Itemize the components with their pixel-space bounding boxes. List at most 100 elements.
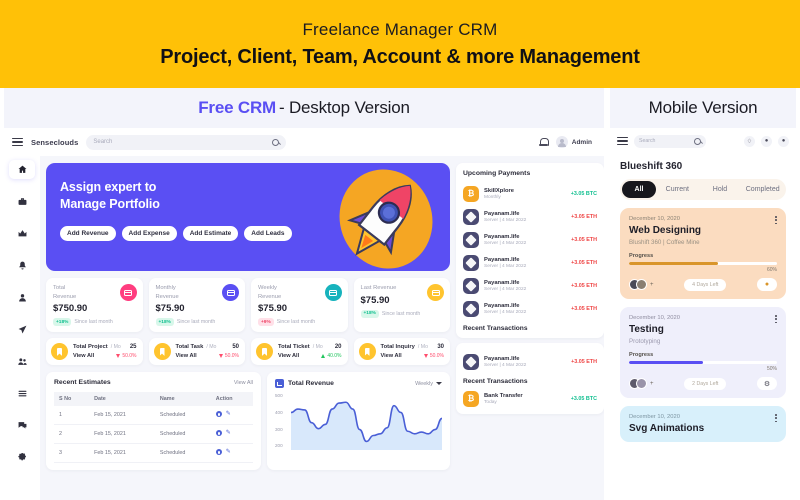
payment-amount: +3.05 ETH <box>571 358 597 365</box>
add-member-icon[interactable]: + <box>650 381 654 387</box>
payment-row[interactable]: Payanam.life Server | 4 Mar 2022 +3.05 E… <box>463 297 597 320</box>
view-all-link[interactable]: View All <box>176 353 197 359</box>
cell-action: ✎ <box>210 424 253 445</box>
stat-badge: +18% <box>155 318 174 327</box>
chat-icon[interactable]: ♢ <box>744 135 755 147</box>
menu-icon[interactable] <box>12 137 23 147</box>
mini-card-total-project[interactable]: Total Project / Mo 25 View All 50.0% <box>46 338 143 366</box>
add-estimate-button[interactable]: Add Estimate <box>182 225 239 241</box>
view-all-link[interactable]: View All <box>278 353 299 359</box>
table-row[interactable]: 3 Feb 15, 2021 Scheduled ✎ <box>54 443 253 464</box>
sidebar-item-team[interactable] <box>9 352 35 371</box>
sidebar-item-list[interactable] <box>9 384 35 403</box>
view-all-link[interactable]: View All <box>381 353 402 359</box>
payment-name: Payanam.life <box>484 302 520 309</box>
card-action-button[interactable]: ● <box>756 278 777 291</box>
sidebar-item-projects[interactable] <box>9 192 35 211</box>
stat-card-total-revenue[interactable]: Total Revenue $750.90 +18% Since last mo… <box>46 278 143 333</box>
table-row[interactable]: 1 Feb 15, 2021 Scheduled ✎ <box>54 406 253 426</box>
payment-sub: Server | 4 Mar 2022 <box>484 362 527 368</box>
mini-card-total-task[interactable]: Total Task / Mo 50 View All 50.0% <box>148 338 245 366</box>
notification-bell-icon[interactable]: ● <box>761 135 772 147</box>
transaction-sub: Today <box>484 399 497 405</box>
sidebar-item-home[interactable] <box>9 160 35 179</box>
search-input[interactable]: Search <box>86 134 287 150</box>
project-card[interactable]: December 10, 2020 Testing Prototyping Pr… <box>620 307 786 398</box>
notification-bell-icon[interactable] <box>538 137 549 147</box>
cell-sno: 3 <box>54 443 90 464</box>
payment-row[interactable]: Payanam.life Server | 4 Mar 2022 +3.05 E… <box>463 350 597 373</box>
payment-row[interactable]: ₿ SkillXplore Monthly +3.05 BTC <box>463 182 597 205</box>
stat-card-last-revenue[interactable]: Last Revenue $75.90 +18% Since last mont… <box>353 278 450 333</box>
mobile-search-input[interactable]: Search <box>634 134 706 148</box>
bitcoin-icon: ₿ <box>463 185 479 202</box>
progress-percent: 60% <box>766 267 777 273</box>
payment-sub: Server | 4 Mar 2022 <box>484 240 527 246</box>
stat-card-weekly-revenue[interactable]: Weekly Revenue $75.90 +9% Since last mon… <box>251 278 348 333</box>
payment-name: Payanam.life <box>484 210 520 217</box>
desktop-version-text: - Desktop Version <box>278 98 410 117</box>
add-expense-button[interactable]: Add Expense <box>121 225 177 241</box>
payment-row[interactable]: Payanam.life Server | 4 Mar 2022 +3.05 E… <box>463 274 597 297</box>
add-member-icon[interactable]: + <box>650 282 654 288</box>
preview-stage: Senseclouds Search Admin Assign expert t… <box>0 128 800 500</box>
ytick-500: 500 <box>275 393 283 399</box>
view-icon[interactable] <box>215 449 222 456</box>
kebab-menu-icon[interactable] <box>775 414 777 423</box>
stat-card-monthly-revenue[interactable]: Monthly Revenue $75.90 +18% Since last m… <box>148 278 245 333</box>
topbar-actions: Admin <box>538 136 596 148</box>
admin-account[interactable]: Admin <box>555 136 592 148</box>
table-header-row: S No Date Name Action <box>54 392 253 407</box>
sidebar-item-chat[interactable] <box>9 416 35 435</box>
card-action-button[interactable]: ⚙ <box>756 377 777 390</box>
stat-badge: +18% <box>53 318 72 327</box>
cell-name: Scheduled <box>154 424 211 445</box>
kebab-menu-icon[interactable] <box>775 315 777 324</box>
tab-all[interactable]: All <box>622 181 656 198</box>
project-card[interactable]: December 10, 2020 Web Designing Blushift… <box>620 208 786 299</box>
payment-row[interactable]: Payanam.life Server | 4 Mar 2022 +3.05 E… <box>463 251 597 274</box>
transaction-row[interactable]: ₿ Bank Transfer Today +3.05 BTC <box>463 387 597 410</box>
edit-icon[interactable]: ✎ <box>226 430 232 436</box>
cell-date: Feb 15, 2021 <box>89 443 155 464</box>
edit-icon[interactable]: ✎ <box>226 449 232 455</box>
tab-hold[interactable]: Hold <box>699 181 742 198</box>
chart-period-dropdown[interactable]: Weekly <box>415 381 442 387</box>
desktop-version-label: Free CRM - Desktop Version <box>4 88 604 128</box>
payment-amount: +3.05 ETH <box>571 259 597 266</box>
sidebar-item-alerts[interactable] <box>9 256 35 275</box>
edit-icon[interactable]: ✎ <box>226 411 232 417</box>
sidebar-item-send[interactable] <box>9 320 35 339</box>
view-icon[interactable] <box>215 430 222 437</box>
payment-amount: +3.05 ETH <box>571 305 597 312</box>
chart-period-label: Weekly <box>415 380 433 387</box>
add-leads-button[interactable]: Add Leads <box>244 225 292 241</box>
hero-line-1: Assign expert to <box>60 180 157 194</box>
sidebar-item-clients[interactable] <box>9 288 35 307</box>
mini-count: 30 <box>437 344 444 351</box>
payment-row[interactable]: Payanam.life Server | 4 Mar 2022 +3.05 E… <box>463 228 597 251</box>
project-card[interactable]: December 10, 2020 Svg Animations <box>620 406 786 442</box>
ethereum-icon <box>463 208 479 225</box>
mobile-version-label: Mobile Version <box>610 88 796 128</box>
sidebar-item-settings[interactable] <box>9 448 35 467</box>
tab-current[interactable]: Current <box>656 181 699 198</box>
kebab-menu-icon[interactable] <box>775 216 777 225</box>
add-revenue-button[interactable]: Add Revenue <box>60 225 116 241</box>
view-icon[interactable] <box>215 411 222 418</box>
tab-completed[interactable]: Completed <box>741 181 784 198</box>
payment-row[interactable]: Payanam.life Server | 4 Mar 2022 +3.05 E… <box>463 205 597 228</box>
view-all-link[interactable]: View All <box>73 353 94 359</box>
chevron-down-icon <box>436 382 442 386</box>
payment-amount: +3.05 BTC <box>570 190 597 197</box>
menu-icon[interactable] <box>617 136 628 146</box>
progress-bar <box>629 361 777 364</box>
sidebar-item-premium[interactable] <box>9 224 35 243</box>
mini-card-total-ticket[interactable]: Total Ticket / Mo 20 View All 40.0% <box>251 338 348 366</box>
table-row[interactable]: 2 Feb 15, 2021 Scheduled ✎ <box>54 424 253 445</box>
avatar[interactable]: ● <box>778 135 789 147</box>
view-all-link[interactable]: View All <box>234 380 253 386</box>
promo-subtitle: Project, Client, Team, Account & more Ma… <box>160 45 640 68</box>
mini-card-total-inquiry[interactable]: Total Inquiry / Mo 30 View All 50.0% <box>353 338 450 366</box>
card-icon <box>324 284 342 301</box>
